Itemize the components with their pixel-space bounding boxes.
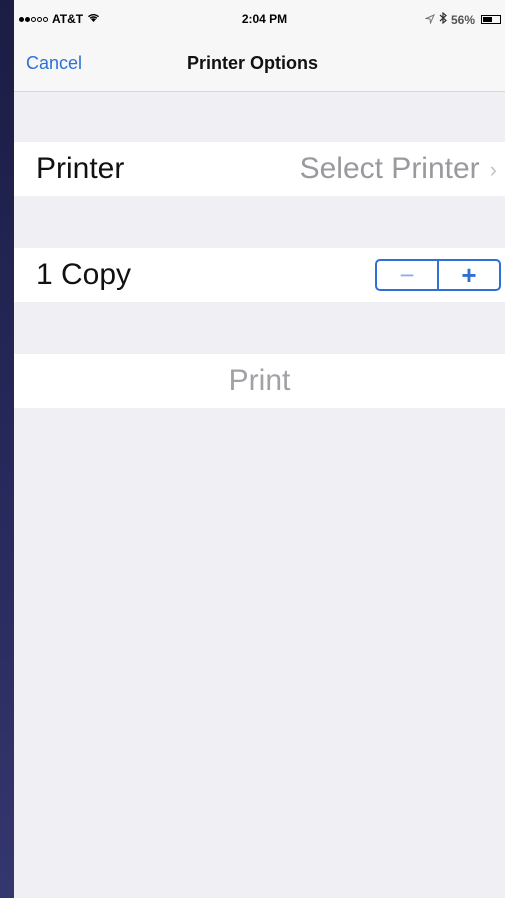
battery-percent: 56% bbox=[450, 12, 475, 27]
battery-level bbox=[483, 17, 492, 22]
status-right: 56% bbox=[424, 11, 501, 27]
copies-stepper[interactable]: − + bbox=[375, 259, 501, 291]
copies-row: 1 Copy − + bbox=[14, 248, 505, 302]
select-printer-label: Select Printer bbox=[299, 152, 480, 185]
battery-icon bbox=[481, 15, 501, 24]
phone-screen: AT&T 2:04 PM 56% Cancel Printer Options … bbox=[14, 0, 505, 898]
page-title: Printer Options bbox=[186, 53, 318, 73]
print-row[interactable]: Print bbox=[14, 354, 505, 408]
status-bar: AT&T 2:04 PM 56% bbox=[14, 0, 505, 40]
location-icon bbox=[424, 13, 435, 27]
select-printer-button[interactable]: Select Printer › bbox=[300, 152, 497, 186]
copies-label: 1 Copy bbox=[36, 258, 132, 291]
increment-button[interactable]: + bbox=[439, 261, 499, 289]
decrement-button[interactable]: − bbox=[377, 261, 437, 289]
navigation-bar: Cancel Printer Options bbox=[14, 40, 505, 92]
bluetooth-icon bbox=[439, 11, 447, 27]
printer-label: Printer bbox=[36, 152, 125, 185]
print-button[interactable]: Print bbox=[14, 364, 505, 398]
chevron-right-icon: › bbox=[489, 157, 497, 182]
printer-row[interactable]: Printer Select Printer › bbox=[14, 142, 505, 196]
backdrop bbox=[0, 0, 14, 898]
